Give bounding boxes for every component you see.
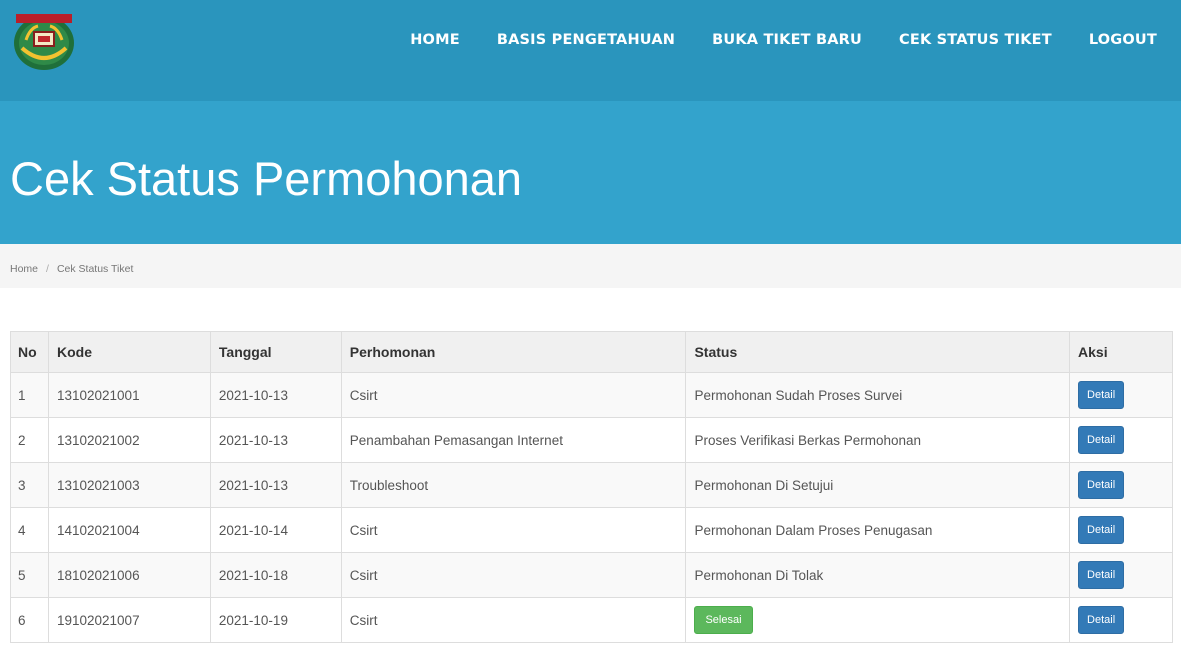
column-header-kode[interactable]: Kode — [47, 331, 211, 373]
cell-kode: 19102021007 — [47, 597, 211, 643]
nav-buka-tiket-baru[interactable]: BUKA TIKET BARU — [712, 32, 862, 48]
table-row: 3 13102021003 2021-10-13 Troubleshoot Pe… — [10, 462, 1173, 508]
detail-button[interactable]: Detail — [1078, 381, 1125, 409]
breadcrumb: Home / Cek Status Tiket — [0, 244, 1181, 288]
cell-aksi: Detail — [1069, 597, 1173, 643]
page-title: Cek Status Permohonan — [10, 152, 523, 205]
table-row: 5 18102021006 2021-10-18 Csirt Permohona… — [10, 552, 1173, 598]
cell-perhomonan: Troubleshoot — [340, 462, 687, 508]
cell-kode: 13102021002 — [47, 417, 211, 463]
cell-no: 2 — [10, 417, 49, 463]
main-nav: HOME BASIS PENGETAHUAN BUKA TIKET BARU C… — [410, 32, 1181, 48]
nav-basis-pengetahuan[interactable]: BASIS PENGETAHUAN — [497, 32, 675, 48]
cell-tanggal: 2021-10-19 — [209, 597, 342, 643]
detail-button[interactable]: Detail — [1078, 606, 1125, 634]
nav-logout[interactable]: LOGOUT — [1089, 32, 1157, 48]
column-header-status[interactable]: Status — [685, 331, 1071, 373]
cell-aksi: Detail — [1069, 372, 1173, 418]
top-navbar: HOME BASIS PENGETAHUAN BUKA TIKET BARU C… — [0, 0, 1181, 101]
breadcrumb-separator: / — [46, 263, 49, 275]
table-row: 4 14102021004 2021-10-14 Csirt Permohona… — [10, 507, 1173, 553]
cell-no: 4 — [10, 507, 49, 553]
detail-button[interactable]: Detail — [1078, 516, 1125, 544]
cell-perhomonan: Csirt — [340, 507, 687, 553]
cell-no: 1 — [10, 372, 49, 418]
breadcrumb-home-link[interactable]: Home — [10, 263, 38, 275]
cell-tanggal: 2021-10-13 — [209, 372, 342, 418]
cell-perhomonan: Csirt — [340, 552, 687, 598]
nav-cek-status-tiket[interactable]: CEK STATUS TIKET — [899, 32, 1052, 48]
cell-perhomonan: Csirt — [340, 372, 687, 418]
cell-status: Permohonan Sudah Proses Survei — [685, 372, 1071, 418]
cell-tanggal: 2021-10-14 — [209, 507, 342, 553]
breadcrumb-current: Cek Status Tiket — [56, 263, 134, 275]
column-header-no[interactable]: No — [10, 331, 49, 373]
cell-aksi: Detail — [1069, 462, 1173, 508]
cell-no: 6 — [10, 597, 49, 643]
page-header: Cek Status Permohonan — [0, 101, 1181, 244]
detail-button[interactable]: Detail — [1078, 561, 1125, 589]
table-header-row: No Kode Tanggal Perhomonan Status Aksi — [10, 331, 1173, 373]
cell-perhomonan: Csirt — [340, 597, 687, 643]
cell-tanggal: 2021-10-13 — [209, 462, 342, 508]
cell-kode: 14102021004 — [47, 507, 211, 553]
column-header-aksi: Aksi — [1069, 331, 1173, 373]
cell-aksi: Detail — [1069, 417, 1173, 463]
city-logo[interactable] — [10, 10, 78, 72]
ticket-status-table: No Kode Tanggal Perhomonan Status Aksi 1… — [10, 331, 1173, 643]
cell-no: 3 — [10, 462, 49, 508]
cell-status: Permohonan Di Setujui — [685, 462, 1071, 508]
cell-tanggal: 2021-10-18 — [209, 552, 342, 598]
cell-aksi: Detail — [1069, 507, 1173, 553]
table-row: 6 19102021007 2021-10-19 Csirt Selesai D… — [10, 597, 1173, 643]
table-row: 1 13102021001 2021-10-13 Csirt Permohona… — [10, 372, 1173, 418]
cell-status: Selesai — [685, 597, 1071, 643]
cell-status: Permohonan Di Tolak — [685, 552, 1071, 598]
cell-status: Proses Verifikasi Berkas Permohonan — [685, 417, 1071, 463]
cell-kode: 13102021001 — [47, 372, 211, 418]
column-header-tanggal[interactable]: Tanggal — [209, 331, 342, 373]
table-row: 2 13102021002 2021-10-13 Penambahan Pema… — [10, 417, 1173, 463]
detail-button[interactable]: Detail — [1078, 426, 1125, 454]
cell-kode: 18102021006 — [47, 552, 211, 598]
status-badge: Selesai — [694, 606, 753, 634]
nav-home[interactable]: HOME — [410, 32, 460, 48]
cell-no: 5 — [10, 552, 49, 598]
cell-tanggal: 2021-10-13 — [209, 417, 342, 463]
cell-status: Permohonan Dalam Proses Penugasan — [685, 507, 1071, 553]
detail-button[interactable]: Detail — [1078, 471, 1125, 499]
cell-aksi: Detail — [1069, 552, 1173, 598]
cell-perhomonan: Penambahan Pemasangan Internet — [340, 417, 687, 463]
column-header-perhomonan[interactable]: Perhomonan — [340, 331, 687, 373]
cell-kode: 13102021003 — [47, 462, 211, 508]
